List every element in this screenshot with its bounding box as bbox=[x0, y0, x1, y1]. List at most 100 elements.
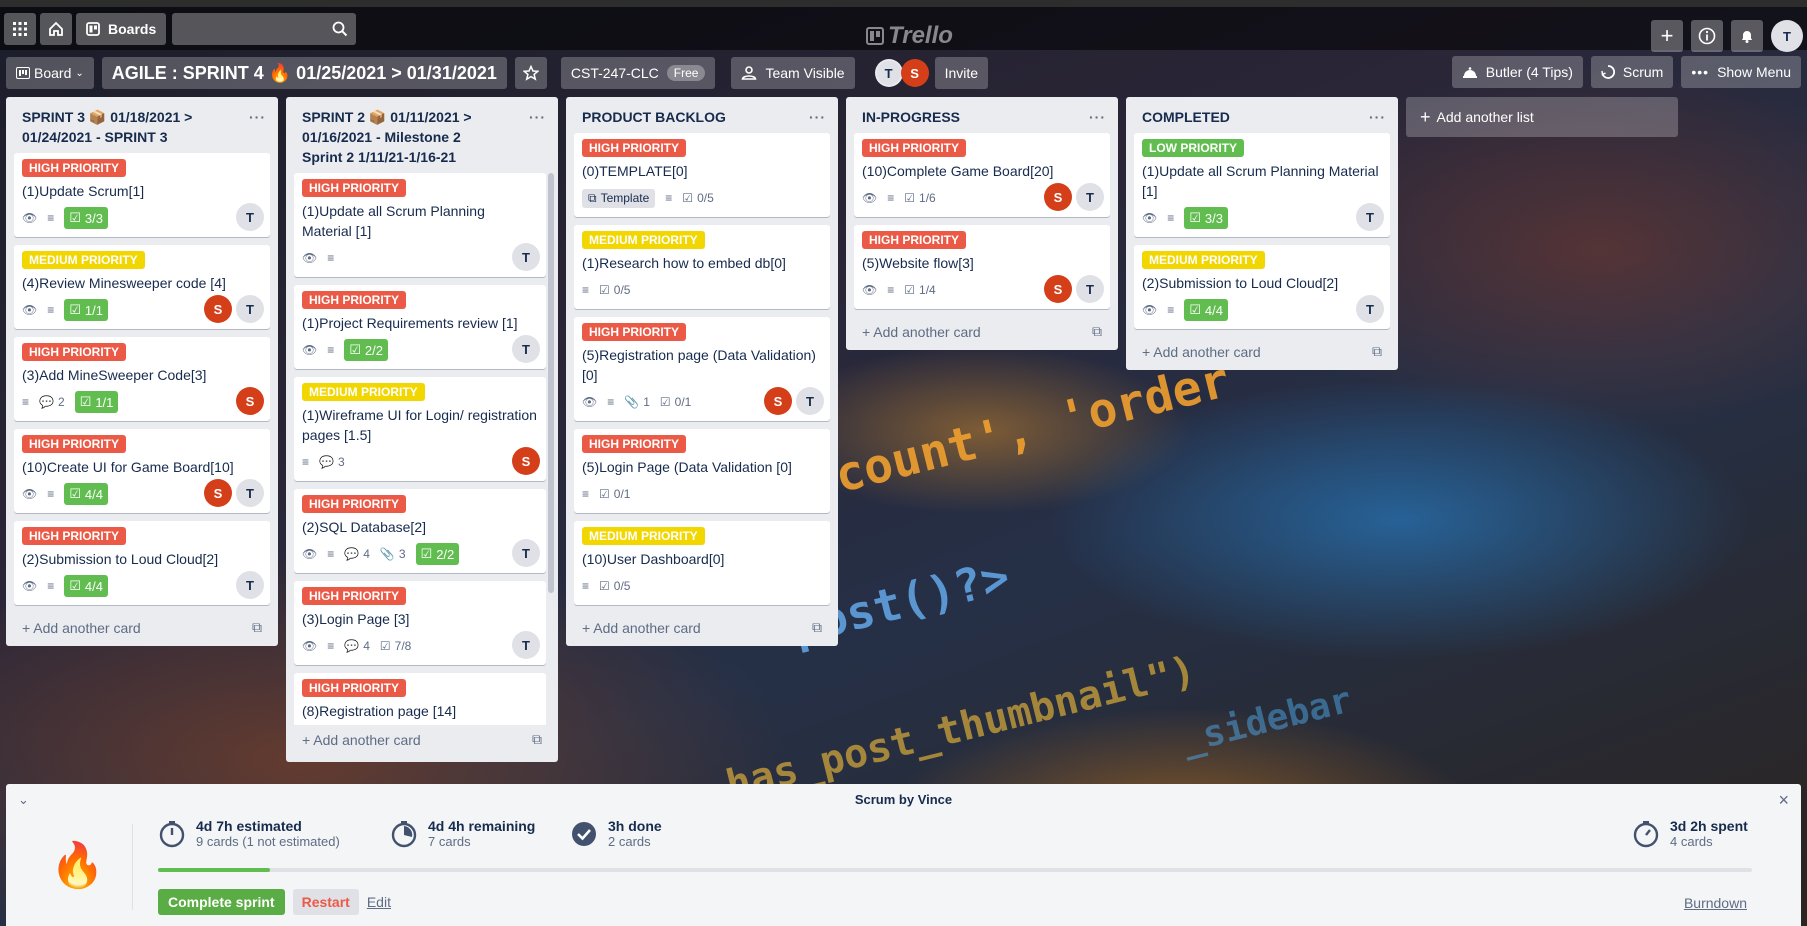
card-member-s[interactable]: S bbox=[1044, 183, 1072, 211]
checklist-badge: ☑ 4/4 bbox=[1184, 299, 1228, 321]
list-header[interactable]: SPRINT 3 📦 01/18/2021 > 01/24/2021 - SPR… bbox=[14, 97, 270, 153]
add-card-button[interactable]: + Add another card ⧉ bbox=[574, 613, 830, 646]
card-member-t[interactable]: T bbox=[236, 295, 264, 323]
list-title[interactable]: SPRINT 2 📦 01/11/2021 > 01/16/2021 - Mil… bbox=[302, 107, 502, 167]
card-member-s[interactable]: S bbox=[764, 387, 792, 415]
card[interactable]: HIGH PRIORITY (3)Add MineSweeper Code[3]… bbox=[14, 337, 270, 421]
visibility-button[interactable]: Team Visible bbox=[731, 57, 855, 89]
list-menu-icon[interactable]: ··· bbox=[809, 107, 826, 127]
star-icon[interactable] bbox=[514, 57, 547, 89]
card-member-s[interactable]: S bbox=[512, 447, 540, 475]
apps-grid-icon[interactable] bbox=[4, 12, 36, 45]
list-title[interactable]: COMPLETED bbox=[1142, 107, 1230, 127]
list-title[interactable]: IN-PROGRESS bbox=[862, 107, 960, 127]
card-member-t[interactable]: T bbox=[512, 539, 540, 567]
invite-button[interactable]: Invite bbox=[934, 57, 989, 89]
checklist-badge: ☑ 7/8 bbox=[380, 639, 411, 653]
list-menu-icon[interactable]: ··· bbox=[529, 107, 546, 167]
list-header[interactable]: COMPLETED ··· bbox=[1134, 97, 1390, 133]
member-avatar-s[interactable]: S bbox=[900, 59, 929, 87]
card[interactable]: HIGH PRIORITY (1)Update all Scrum Planni… bbox=[294, 173, 546, 277]
scrollbar[interactable] bbox=[548, 173, 554, 593]
card-member-s[interactable]: S bbox=[236, 387, 264, 415]
card-member-t[interactable]: T bbox=[1356, 295, 1384, 323]
card-template-icon[interactable]: ⧉ bbox=[252, 619, 262, 636]
card[interactable]: MEDIUM PRIORITY (4)Review Minesweeper co… bbox=[14, 245, 270, 329]
board-view-switcher[interactable]: Board ⌄ bbox=[6, 57, 94, 89]
card[interactable]: LOW PRIORITY (1)Update all Scrum Plannin… bbox=[1134, 133, 1390, 237]
card-template-icon[interactable]: ⧉ bbox=[532, 731, 542, 748]
card-member-s[interactable]: S bbox=[204, 295, 232, 323]
card-member-t[interactable]: T bbox=[1076, 275, 1104, 303]
complete-sprint-button[interactable]: Complete sprint bbox=[158, 889, 285, 915]
restart-button[interactable]: Restart bbox=[292, 889, 359, 915]
add-list-button[interactable]: + Add another list bbox=[1406, 97, 1678, 137]
card[interactable]: MEDIUM PRIORITY (1)Research how to embed… bbox=[574, 225, 830, 309]
home-icon[interactable] bbox=[40, 12, 72, 45]
card[interactable]: HIGH PRIORITY (5)Website flow[3] 👁 ≡ ☑ 1/… bbox=[854, 225, 1110, 309]
card[interactable]: MEDIUM PRIORITY (10)User Dashboard[0] ≡ … bbox=[574, 521, 830, 605]
card[interactable]: HIGH PRIORITY (1)Project Requirements re… bbox=[294, 285, 546, 369]
card[interactable]: HIGH PRIORITY (0)TEMPLATE[0] ⧉ Template ≡… bbox=[574, 133, 830, 217]
card[interactable]: MEDIUM PRIORITY (1)Wireframe UI for Logi… bbox=[294, 377, 546, 481]
card-member-t[interactable]: T bbox=[512, 243, 540, 271]
list-header[interactable]: PRODUCT BACKLOG ··· bbox=[574, 97, 830, 133]
member-avatar-t[interactable]: T bbox=[874, 59, 903, 87]
card-member-t[interactable]: T bbox=[1076, 183, 1104, 211]
burndown-link[interactable]: Burndown bbox=[1684, 895, 1747, 911]
list-header[interactable]: IN-PROGRESS ··· bbox=[854, 97, 1110, 133]
checklist-count: 4/4 bbox=[84, 578, 103, 594]
show-menu-button[interactable]: ••• Show Menu bbox=[1681, 56, 1801, 88]
edit-link[interactable]: Edit bbox=[367, 894, 391, 910]
card-member-t[interactable]: T bbox=[1356, 203, 1384, 231]
search-input[interactable] bbox=[172, 12, 357, 45]
user-avatar[interactable]: T bbox=[1771, 20, 1803, 52]
card-member-t[interactable]: T bbox=[236, 571, 264, 599]
card-member-t[interactable]: T bbox=[512, 631, 540, 659]
butler-button[interactable]: Butler (4 Tips) bbox=[1451, 56, 1583, 88]
close-icon[interactable]: × bbox=[1778, 790, 1789, 811]
card-template-icon[interactable]: ⧉ bbox=[1372, 343, 1382, 360]
list-cards-scroll[interactable]: HIGH PRIORITY (1)Update all Scrum Planni… bbox=[294, 173, 554, 725]
add-card-button[interactable]: + Add another card ⧉ bbox=[294, 725, 550, 758]
card-member-t[interactable]: T bbox=[512, 335, 540, 363]
card-member-t[interactable]: T bbox=[796, 387, 824, 415]
card[interactable]: HIGH PRIORITY (5)Login Page (Data Valida… bbox=[574, 429, 830, 513]
list-menu-icon[interactable]: ··· bbox=[1089, 107, 1106, 127]
list-title[interactable]: PRODUCT BACKLOG bbox=[582, 107, 726, 127]
boards-button[interactable]: Boards bbox=[76, 12, 167, 45]
card[interactable]: HIGH PRIORITY (10)Complete Game Board[20… bbox=[854, 133, 1110, 217]
add-card-button[interactable]: + Add another card ⧉ bbox=[1134, 337, 1390, 370]
card-member-s[interactable]: S bbox=[1044, 275, 1072, 303]
card-template-icon[interactable]: ⧉ bbox=[1092, 323, 1102, 340]
card-member-s[interactable]: S bbox=[204, 479, 232, 507]
board-title[interactable]: AGILE : SPRINT 4 🔥 01/25/2021 > 01/31/20… bbox=[101, 57, 507, 89]
scrum-button[interactable]: Scrum bbox=[1590, 56, 1674, 88]
plus-icon[interactable]: + bbox=[1651, 20, 1683, 52]
checklist-badge: ☑ 4/4 bbox=[64, 575, 108, 597]
list-title[interactable]: SPRINT 3 📦 01/18/2021 > 01/24/2021 - SPR… bbox=[22, 107, 222, 147]
card[interactable]: HIGH PRIORITY (10)Create UI for Game Boa… bbox=[14, 429, 270, 513]
trello-logo[interactable]: Trello bbox=[866, 22, 953, 50]
card[interactable]: MEDIUM PRIORITY (2)Submission to Loud Cl… bbox=[1134, 245, 1390, 329]
info-icon[interactable] bbox=[1691, 20, 1723, 52]
list-menu-icon[interactable]: ··· bbox=[249, 107, 266, 147]
card[interactable]: HIGH PRIORITY (2)Submission to Loud Clou… bbox=[14, 521, 270, 605]
team-button[interactable]: CST-247-CLC Free bbox=[560, 57, 716, 89]
add-card-button[interactable]: + Add another card ⧉ bbox=[14, 613, 270, 646]
card-member-t[interactable]: T bbox=[236, 203, 264, 231]
card-member-t[interactable]: T bbox=[236, 479, 264, 507]
watching-eye-icon: 👁 bbox=[302, 343, 318, 357]
list-header[interactable]: SPRINT 2 📦 01/11/2021 > 01/16/2021 - Mil… bbox=[294, 97, 550, 173]
card[interactable]: HIGH PRIORITY (3)Login Page [3] 👁 ≡ 💬 4 ☑… bbox=[294, 581, 546, 665]
priority-label: HIGH PRIORITY bbox=[302, 679, 407, 697]
card[interactable]: HIGH PRIORITY (1)Update Scrum[1] 👁 ≡ ☑ 3/… bbox=[14, 153, 270, 237]
list-menu-icon[interactable]: ··· bbox=[1369, 107, 1386, 127]
card[interactable]: HIGH PRIORITY (5)Registration page (Data… bbox=[574, 317, 830, 421]
template-badge: ⧉ Template bbox=[582, 188, 656, 208]
card[interactable]: HIGH PRIORITY (2)SQL Database[2] 👁 ≡ 💬 4 … bbox=[294, 489, 546, 573]
card-template-icon[interactable]: ⧉ bbox=[812, 619, 822, 636]
card[interactable]: HIGH PRIORITY (8)Registration page [14] bbox=[294, 673, 546, 725]
bell-icon[interactable] bbox=[1731, 20, 1763, 52]
add-card-button[interactable]: + Add another card ⧉ bbox=[854, 317, 1110, 350]
